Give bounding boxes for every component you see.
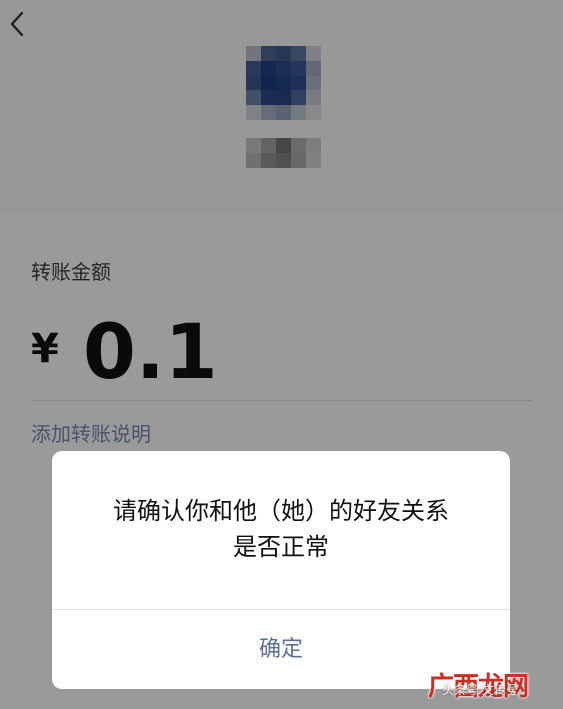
watermark: 广西龙网 头条号 文传号 <box>428 664 556 704</box>
dialog-message-line-2: 是否正常 <box>233 533 329 561</box>
dialog-message-line-1: 请确认你和他（她）的好友关系 <box>113 497 449 525</box>
dialog-message: 请确认你和他（她）的好友关系 是否正常 <box>52 493 510 565</box>
confirm-dialog: 请确认你和他（她）的好友关系 是否正常 确定 <box>52 451 510 689</box>
watermark-subtext: 头条号 文传号 <box>442 683 518 697</box>
